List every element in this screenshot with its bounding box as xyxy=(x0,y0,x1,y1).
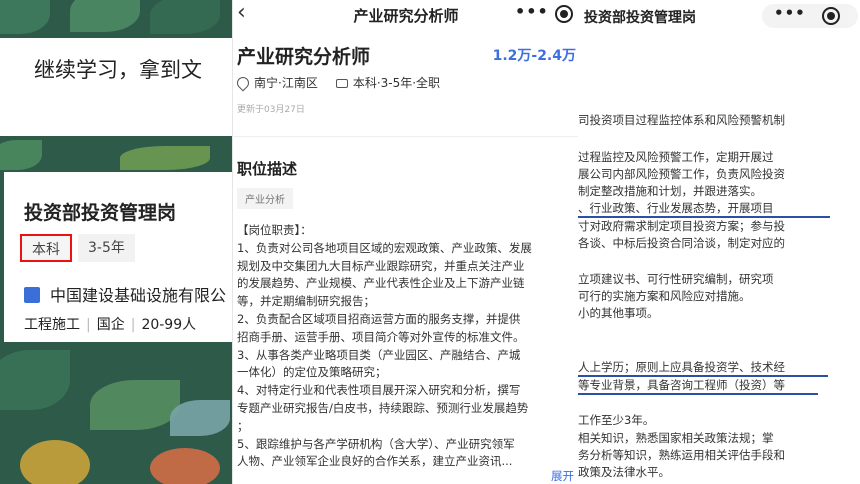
description-line: 招商手册、运营手册、项目简介等对外宣传的标准文件。 xyxy=(237,329,525,344)
description-line: 2、负责配合区域项目招商运营方面的服务支撑，并提供 xyxy=(237,311,521,326)
description-line: 3、从事各类产业略项目类（产业园区、产融结合、产城 xyxy=(237,347,521,362)
description-line: ； xyxy=(237,418,249,433)
requirements: 本科·3-5年·全职 xyxy=(352,76,441,90)
briefcase-icon xyxy=(335,79,348,88)
experience-tag: 3-5年 xyxy=(78,234,135,262)
size-label: 20-99人 xyxy=(141,317,197,333)
job-card-title: 投资部投资管理岗 xyxy=(24,202,177,224)
close-miniprogram-icon[interactable] xyxy=(822,7,840,25)
description-line: 等，并定期编制研究报告； xyxy=(237,294,375,309)
leaf-decoration xyxy=(150,0,220,34)
expand-link[interactable]: 展开 xyxy=(549,468,574,484)
leaf-decoration xyxy=(0,350,70,410)
leaf-decoration xyxy=(0,0,50,34)
description-line: 务分析等知识，熟练运用相关评估手段和 xyxy=(578,448,785,462)
middle-screenshot-panel: ‹ 产业研究分析师 ••• 产业研究分析师 1.2万-2.4万 南宁·江南区 本科… xyxy=(232,0,578,484)
close-miniprogram-icon[interactable] xyxy=(555,5,573,23)
nav-bar: ‹ 产业研究分析师 ••• xyxy=(233,0,578,30)
flower-decoration xyxy=(20,440,90,484)
description-line: 人物、产业领军企业良好的合作关系，建立产业资讯... xyxy=(237,454,513,469)
divider xyxy=(233,136,578,137)
section-title: 职位描述 xyxy=(237,160,298,178)
job-title: 产业研究分析师 xyxy=(237,46,371,68)
company-meta: 工程施工 | 国企 | 20-99人 xyxy=(24,317,197,333)
category-chip: 产业分析 xyxy=(237,188,293,209)
leaf-decoration xyxy=(0,140,42,170)
description-line: 可行的实施方案和风险应对措施。 xyxy=(578,289,751,303)
underline-mark xyxy=(578,393,818,395)
industry-label: 工程施工 xyxy=(24,317,80,333)
building-icon xyxy=(24,287,40,303)
job-description: 【岗位职责】： 1、负责对公司各地项目区域的宏观政策、产业政策、发展 规划及中交… xyxy=(237,222,577,471)
location: 南宁·江南区 xyxy=(254,76,318,90)
banner-band xyxy=(0,38,232,136)
description-line: 寸对政府需求制定项目投资方案；参与投 xyxy=(578,219,785,233)
flower-decoration xyxy=(150,448,220,484)
leaf-decoration xyxy=(170,400,230,436)
leaf-decoration xyxy=(70,0,140,32)
description-line: 专题产业研究报告/白皮书，持续跟踪、预测行业发展趋势 xyxy=(237,400,529,415)
description-line: 相关知识，熟悉国家相关政策法规；掌 xyxy=(578,431,774,445)
more-icon[interactable]: ••• xyxy=(515,2,549,21)
description-line: 展公司内部风险预警工作，负责风险投资 xyxy=(578,167,785,181)
leaf-decoration xyxy=(90,380,180,430)
ownership-label: 国企 xyxy=(96,317,125,333)
location-row: 南宁·江南区 本科·3-5年·全职 xyxy=(234,74,441,92)
description-line: 【岗位职责】： xyxy=(237,223,312,237)
updated-date: 更新于03月27日 xyxy=(237,105,305,115)
description-line: 人上学历；原则上应具备投资学、技术经 xyxy=(578,360,785,374)
education-tag: 本科 xyxy=(20,234,72,262)
description-line: 政策及法律水平。 xyxy=(578,465,670,479)
description-line: 各谈、中标后投资合同洽谈，制定对应的 xyxy=(578,236,785,250)
description-line: 制定整改措施和计划，并跟进落实。 xyxy=(578,184,762,198)
location-pin-icon xyxy=(234,74,252,92)
company-name: 中国建设基础设施有限公 xyxy=(50,286,227,305)
description-line: 的发展趋势、产业规模、产业代表性企业及上下游产业链 xyxy=(237,276,525,291)
job-card[interactable]: 投资部投资管理岗 本科 3-5年 中国建设基础设施有限公 工程施工 | 国企 | 20-… xyxy=(4,172,232,342)
description-line: 规划及中交集团九大目标产业跟踪研究，并重点关注产业 xyxy=(237,258,525,273)
description-line: 司投资项目过程监控体系和风险预警机制 xyxy=(578,113,785,127)
description-line: 工作至少3年。 xyxy=(578,413,655,427)
leaf-decoration xyxy=(120,146,210,170)
company-row[interactable]: 中国建设基础设施有限公 xyxy=(24,282,226,306)
salary: 1.2万-2.4万 xyxy=(492,48,576,64)
description-line: 等专业背景，具备咨询工程师（投资）等 xyxy=(578,378,785,392)
nav-title: 投资部投资管理岗 xyxy=(584,10,696,26)
description-line: 1、负责对公司各地项目区域的宏观政策、产业政策、发展 xyxy=(237,240,532,255)
more-icon[interactable]: ••• xyxy=(774,4,806,22)
right-screenshot-panel: 投资部投资管理岗 ••• 司投资项目过程监控体系和风险预警机制 过程监控及风险预… xyxy=(578,0,860,484)
description-line: 一体化）的定位及策略研究； xyxy=(237,365,387,380)
description-line: 立项建议书、可行性研究编制，研究项 xyxy=(578,272,774,286)
banner-text: 继续学习，拿到文 xyxy=(34,58,202,82)
description-line: 、行业政策、行业发展态势，开展项目 xyxy=(578,201,774,215)
description-line: 过程监控及风险预警工作，定期开展过 xyxy=(578,150,774,164)
description-line: 4、对特定行业和代表性项目展开深入研究和分析，撰写 xyxy=(237,383,521,398)
left-screenshot-panel: 继续学习，拿到文 投资部投资管理岗 本科 3-5年 中国建设基础设施有限公 工程… xyxy=(0,0,232,484)
description-line: 小的其他事项。 xyxy=(578,306,659,320)
description-line: 5、跟踪维护与各产学研机构（含大学）、产业研究领军 xyxy=(237,436,515,451)
